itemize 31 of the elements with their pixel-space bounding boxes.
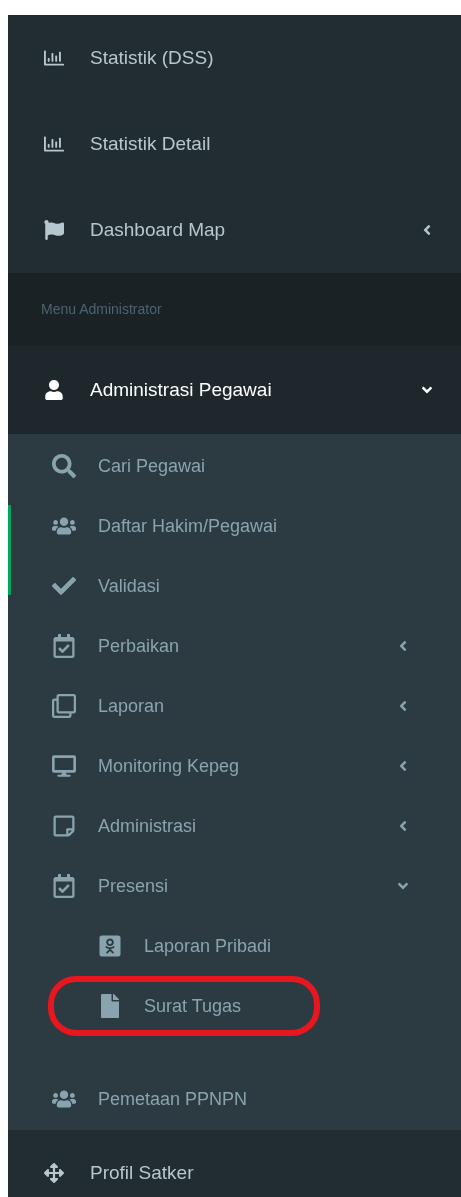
bar-chart-icon [44,48,64,68]
copy-icon [52,694,76,718]
check-icon [52,574,76,598]
user-icon [44,380,64,400]
submenu-item[interactable]: Surat Tugas [48,976,320,1036]
submenu-item[interactable]: Daftar Hakim/Pegawai [8,496,461,556]
submenu-item[interactable]: Validasi [8,556,461,616]
section-header: Menu Administrator [8,273,461,346]
menu-item[interactable]: Administrasi Pegawai [8,346,461,434]
calendar-check-icon [52,874,76,898]
note-icon [52,814,76,838]
submenu-item[interactable]: Pemetaan PPNPN [8,1069,461,1129]
submenu-item[interactable]: Administrasi [8,796,461,856]
submenu-item[interactable]: Cari Pegawai [8,436,461,496]
calendar-check-icon [52,634,76,658]
search-icon [52,454,76,478]
submenu-item[interactable]: Laporan Pribadi [48,916,320,976]
monitor-icon [52,754,76,778]
bar-chart-icon [44,134,64,154]
flag-icon [44,220,64,240]
submenu-item[interactable]: Laporan [8,676,461,736]
submenu-item[interactable]: Presensi [8,856,461,916]
menu-item[interactable]: Profil Satker [8,1130,461,1197]
move-arrows-icon [44,1163,64,1183]
menu-item[interactable]: Dashboard Map [8,187,461,273]
person-badge-icon [98,934,122,958]
submenu-item[interactable]: Perbaikan [8,616,461,676]
file-icon [98,994,122,1018]
submenu-item[interactable]: Monitoring Kepeg [8,736,461,796]
menu-item[interactable]: Statistik (DSS) [8,15,461,101]
menu-item[interactable]: Statistik Detail [8,101,461,187]
